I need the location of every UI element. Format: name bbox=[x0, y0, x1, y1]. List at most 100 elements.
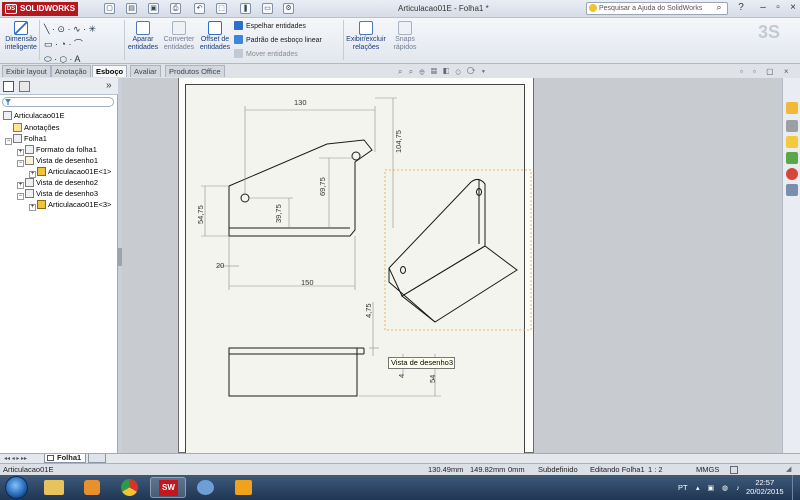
tree-item-vista2[interactable]: + Vista de desenho2 bbox=[17, 178, 98, 189]
tab-avaliar[interactable]: Avaliar bbox=[130, 65, 161, 77]
dim-20[interactable]: 20 bbox=[216, 261, 224, 270]
taskbar-solidworks[interactable]: SW bbox=[150, 477, 186, 498]
clock[interactable]: 22:57 20/02/2015 bbox=[746, 478, 784, 496]
appearances-icon[interactable] bbox=[786, 168, 798, 180]
close-button[interactable]: × bbox=[786, 2, 800, 14]
new-document-icon[interactable]: ▢ bbox=[104, 3, 115, 14]
add-sheet-icon[interactable] bbox=[88, 454, 106, 463]
custom-properties-icon[interactable] bbox=[786, 184, 798, 196]
design-library-icon[interactable] bbox=[786, 120, 798, 132]
collapse-icon[interactable]: − bbox=[17, 160, 24, 167]
status-rebuild-icon[interactable] bbox=[730, 466, 738, 474]
taskbar-media[interactable] bbox=[74, 477, 110, 498]
dim-54b[interactable]: 54 bbox=[428, 375, 437, 383]
status-scale[interactable]: 1 : 2 bbox=[648, 465, 663, 474]
solidworks-logo[interactable]: DS SOLIDWORKS bbox=[2, 2, 78, 16]
sheet-nav-arrows[interactable]: ◂◂ ◂ ▸ ▸▸ bbox=[4, 455, 27, 462]
file-explorer-icon[interactable] bbox=[786, 136, 798, 148]
tree-item-formato[interactable]: + Formato da folha1 bbox=[17, 145, 97, 156]
dim-104[interactable]: 104,75 bbox=[394, 130, 403, 153]
resources-icon[interactable] bbox=[786, 102, 798, 114]
rebuild-icon[interactable]: ❚ bbox=[240, 3, 251, 14]
search-go-icon[interactable]: ⌕ bbox=[712, 2, 726, 14]
view-palette-icon[interactable] bbox=[786, 152, 798, 164]
options-icon[interactable]: ⚙ bbox=[283, 3, 294, 14]
expand-icon[interactable]: + bbox=[29, 171, 36, 178]
status-bar: Articulacao01E 130.49mm 149.82mm 0mm Sub… bbox=[0, 463, 800, 475]
show-desktop-button[interactable] bbox=[792, 475, 800, 500]
trim-icon bbox=[136, 21, 150, 35]
rectangle-tool-icon[interactable]: ▭ · ◔ · ⌒ bbox=[44, 37, 96, 52]
tree-item-vista3[interactable]: − Vista de desenho3 bbox=[17, 189, 98, 200]
smart-dimension-button[interactable]: Dimensão inteligente bbox=[3, 21, 39, 52]
display-relations-button[interactable]: Exibir/excluir relações bbox=[345, 21, 387, 52]
drawing-view-3[interactable] bbox=[228, 347, 365, 397]
minimize-button[interactable]: – bbox=[756, 2, 770, 14]
tree-item-label: Folha1 bbox=[24, 134, 47, 143]
mirror-entities-button[interactable]: Espelhar entidades bbox=[234, 21, 306, 31]
taskbar-outlook[interactable] bbox=[226, 477, 262, 498]
taskbar-paint[interactable] bbox=[188, 477, 224, 498]
tab-esboco[interactable]: Esboço bbox=[92, 65, 128, 77]
tree-item-folha1[interactable]: − Folha1 bbox=[5, 134, 47, 145]
dim-4[interactable]: 4 bbox=[397, 374, 406, 378]
view-selection-box[interactable] bbox=[384, 169, 532, 331]
maximize-button[interactable]: ▫ bbox=[771, 2, 785, 14]
view-heads-up-toolbar[interactable]: ⌕ ⌕ ⊕ ▦ ◧ ⊙ ⟳ ▾ bbox=[398, 67, 487, 77]
move-entities-button[interactable]: Mover entidades bbox=[234, 49, 298, 59]
drawing-svg[interactable] bbox=[179, 78, 535, 453]
tray-icons[interactable]: ▴ ▣ ◍ ♪ bbox=[696, 484, 743, 492]
tree-item-anotacoes[interactable]: Anotações bbox=[13, 123, 59, 132]
expand-panel-icon[interactable]: » bbox=[106, 80, 112, 91]
tree-item-articulacao3[interactable]: + Articulacao01E<3> bbox=[29, 200, 111, 211]
drawing-view-1[interactable] bbox=[228, 139, 373, 237]
collapse-icon[interactable]: − bbox=[5, 138, 12, 145]
language-indicator[interactable]: PT bbox=[678, 483, 688, 492]
undo-icon[interactable]: ↶ bbox=[194, 3, 205, 14]
collapse-icon[interactable]: − bbox=[17, 193, 24, 200]
dim-69[interactable]: 69,75 bbox=[318, 177, 327, 196]
tab-produtos-office[interactable]: Produtos Office bbox=[165, 65, 225, 77]
expand-icon[interactable]: + bbox=[29, 204, 36, 211]
quick-snaps-button[interactable]: Snaps rápidos bbox=[390, 21, 420, 52]
taskbar-explorer[interactable] bbox=[36, 477, 72, 498]
tab-exibir-layout[interactable]: Exibir layout bbox=[2, 65, 51, 77]
trim-entities-button[interactable]: Aparar entidades bbox=[126, 21, 160, 52]
drawing-view-2-isometric[interactable] bbox=[388, 178, 518, 323]
expand-icon[interactable]: + bbox=[17, 182, 24, 189]
taskbar-chrome[interactable] bbox=[112, 477, 148, 498]
property-manager-tab-icon[interactable] bbox=[19, 81, 30, 92]
tab-anotacao[interactable]: Anotação bbox=[51, 65, 91, 77]
dim-39[interactable]: 39,75 bbox=[274, 204, 283, 223]
dim-4-75[interactable]: 4,75 bbox=[364, 303, 373, 318]
tree-root[interactable]: Articulacao01E bbox=[3, 111, 64, 120]
feature-tree-tab-icon[interactable] bbox=[3, 81, 14, 92]
start-button[interactable] bbox=[5, 476, 28, 499]
resize-grip-icon[interactable]: ◢ bbox=[786, 465, 791, 473]
print-icon[interactable]: ⎙ bbox=[170, 3, 181, 14]
expand-icon[interactable]: + bbox=[17, 149, 24, 156]
file-properties-icon[interactable]: ▭ bbox=[262, 3, 273, 14]
tree-item-articulacao1[interactable]: + Articulacao01E<1> bbox=[29, 167, 111, 178]
linear-pattern-button[interactable]: Padrão de esboço linear bbox=[234, 35, 322, 45]
convert-entities-button[interactable]: Converter entidades bbox=[161, 21, 197, 52]
drawing-sheet[interactable]: 130 104,75 69,75 54,75 39,75 20 150 4,75… bbox=[178, 78, 534, 453]
dim-150[interactable]: 150 bbox=[301, 278, 314, 287]
line-tool-icon[interactable]: ╲ · ⊙ · ∿ · ✳ bbox=[44, 22, 96, 37]
tree-filter-input[interactable] bbox=[2, 97, 114, 107]
status-units[interactable]: MMGS bbox=[696, 465, 719, 474]
tree-item-vista1[interactable]: − Vista de desenho1 bbox=[17, 156, 98, 167]
relations-icon bbox=[359, 21, 373, 35]
sheet-tab-folha1[interactable]: Folha1 bbox=[44, 454, 86, 463]
dim-54[interactable]: 54,75 bbox=[196, 205, 205, 224]
offset-entities-button[interactable]: Offset de entidades bbox=[198, 21, 232, 52]
save-icon[interactable]: ▣ bbox=[148, 3, 159, 14]
help-search-input[interactable]: Pesquisar a Ajuda do SolidWorks bbox=[586, 2, 728, 15]
viewport-window-controls[interactable]: ▫ ▫ ▢ × bbox=[740, 67, 793, 76]
select-icon[interactable]: ⬚ bbox=[216, 3, 227, 14]
help-icon[interactable]: ? bbox=[734, 2, 748, 14]
dim-130[interactable]: 130 bbox=[294, 98, 307, 107]
graphics-area[interactable]: 130 104,75 69,75 54,75 39,75 20 150 4,75… bbox=[122, 78, 782, 453]
tree-root-label: Articulacao01E bbox=[14, 111, 65, 120]
open-icon[interactable]: ▤ bbox=[126, 3, 137, 14]
